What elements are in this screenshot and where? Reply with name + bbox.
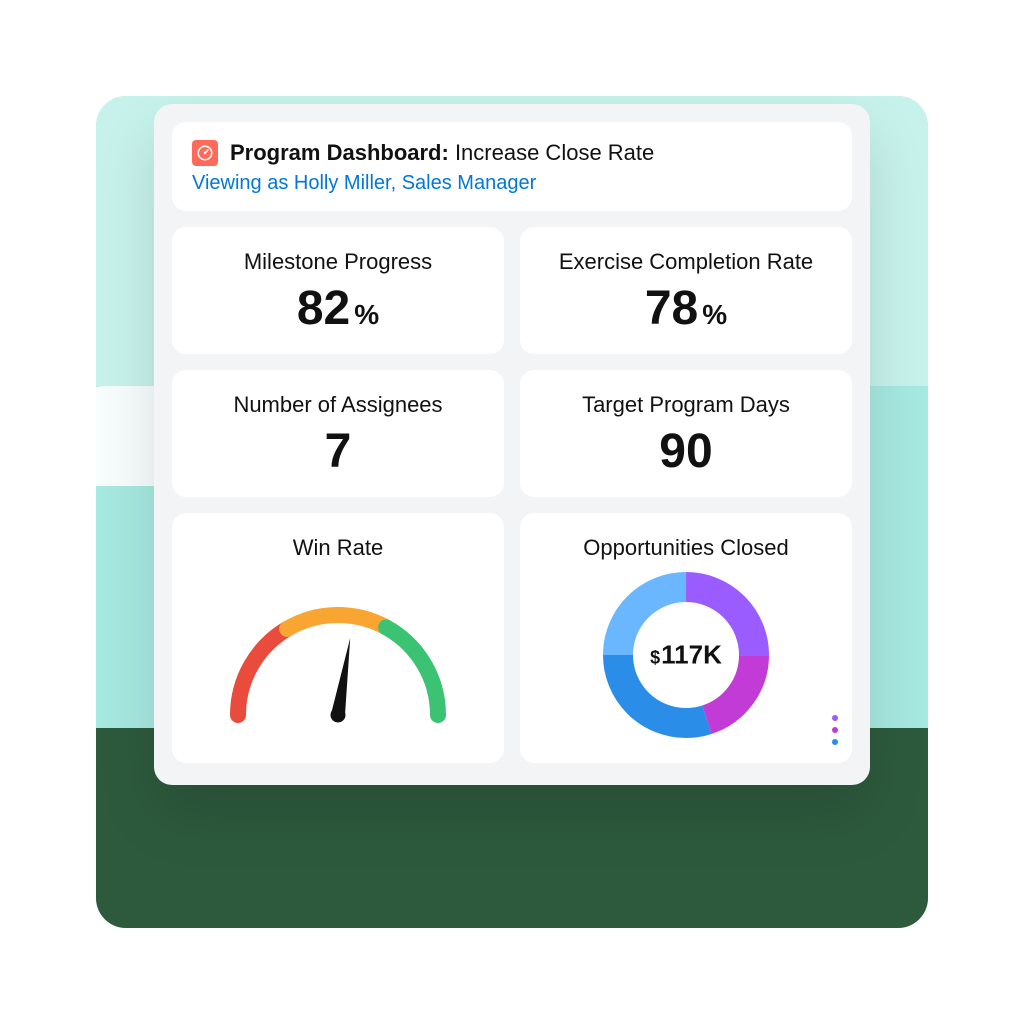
tile-number-of-assignees: Number of Assignees 7 bbox=[172, 370, 504, 497]
tile-value: 90 bbox=[530, 424, 842, 479]
dashboard-title-prefix: Program Dashboard: bbox=[230, 140, 449, 165]
metric-number: 82 bbox=[297, 281, 350, 336]
dashboard-title: Program Dashboard: Increase Close Rate bbox=[230, 140, 654, 166]
background-scene: Program Dashboard: Increase Close Rate V… bbox=[96, 96, 928, 928]
opportunities-donut: $ 117K bbox=[530, 565, 842, 745]
dashboard-title-rest: Increase Close Rate bbox=[449, 140, 654, 165]
metric-unit: % bbox=[702, 299, 727, 331]
dashboard-panel: Program Dashboard: Increase Close Rate V… bbox=[154, 104, 870, 785]
metric-unit: % bbox=[354, 299, 379, 331]
dashboard-grid: Milestone Progress 82 % Exercise Complet… bbox=[172, 227, 852, 763]
win-rate-gauge bbox=[182, 565, 494, 740]
tile-label: Number of Assignees bbox=[182, 392, 494, 418]
donut-center-label: $ 117K bbox=[650, 640, 722, 671]
tile-label: Target Program Days bbox=[530, 392, 842, 418]
donut-value: 117K bbox=[661, 640, 722, 671]
tile-label: Win Rate bbox=[182, 535, 494, 561]
dashboard-title-row: Program Dashboard: Increase Close Rate bbox=[192, 140, 832, 166]
tile-milestone-progress: Milestone Progress 82 % bbox=[172, 227, 504, 354]
tile-value: 78 % bbox=[530, 281, 842, 336]
more-options-button[interactable] bbox=[832, 715, 838, 745]
tile-target-program-days: Target Program Days 90 bbox=[520, 370, 852, 497]
tile-win-rate: Win Rate bbox=[172, 513, 504, 763]
tile-value: 7 bbox=[182, 424, 494, 479]
tile-opportunities-closed: Opportunities Closed $ 117K bbox=[520, 513, 852, 763]
viewing-as-link[interactable]: Viewing as Holly Miller, Sales Manager bbox=[192, 172, 832, 195]
currency-symbol: $ bbox=[650, 648, 660, 669]
tile-exercise-completion: Exercise Completion Rate 78 % bbox=[520, 227, 852, 354]
tile-label: Exercise Completion Rate bbox=[530, 249, 842, 275]
metric-number: 90 bbox=[659, 424, 712, 479]
metric-number: 78 bbox=[645, 281, 698, 336]
tile-label: Milestone Progress bbox=[182, 249, 494, 275]
dashboard-header: Program Dashboard: Increase Close Rate V… bbox=[172, 122, 852, 211]
tile-label: Opportunities Closed bbox=[530, 535, 842, 561]
metric-number: 7 bbox=[325, 424, 352, 479]
gauge-icon bbox=[192, 140, 218, 166]
tile-value: 82 % bbox=[182, 281, 494, 336]
